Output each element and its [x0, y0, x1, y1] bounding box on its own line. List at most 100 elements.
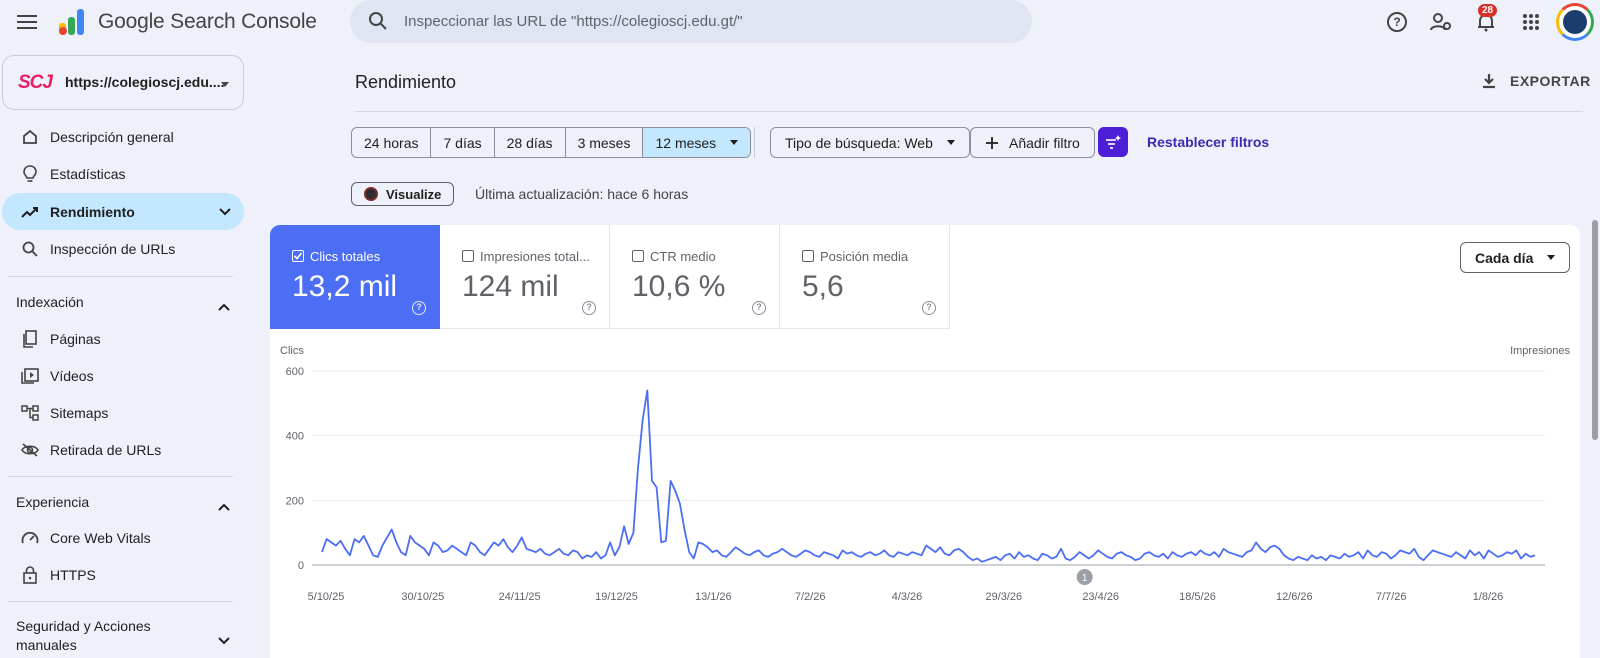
- y-axis-label-right: Impresiones: [1510, 345, 1570, 357]
- performance-card: Clics totales 13,2 mil ? Impresiones tot…: [270, 225, 1580, 658]
- reset-filters-link[interactable]: Restablecer filtros: [1147, 134, 1269, 150]
- y-axis-label-left: Clics: [280, 345, 304, 357]
- range-12m-label: 12 meses: [655, 134, 717, 151]
- sidebar-item-insights[interactable]: Estadísticas: [2, 155, 244, 192]
- caret-down-icon: [946, 140, 955, 145]
- app-title[interactable]: Google Search Console: [98, 10, 317, 34]
- checkbox-icon[interactable]: [802, 250, 814, 262]
- checkbox-checked-icon[interactable]: [292, 250, 304, 262]
- sidebar-item-label: Retirada de URLs: [50, 441, 162, 458]
- x-tick-label: 12/6/26: [1276, 591, 1313, 603]
- metric-average-ctr[interactable]: CTR medio 10,6 % ?: [610, 225, 780, 329]
- y-tick-label: 200: [286, 495, 304, 507]
- divider: [355, 111, 1583, 112]
- range-7d-button[interactable]: 7 días: [431, 128, 495, 157]
- section-security-title[interactable]: Seguridad y Acciones manuales: [16, 617, 186, 655]
- x-tick-label: 23/4/26: [1082, 591, 1119, 603]
- svg-text:?: ?: [1393, 15, 1400, 29]
- divider: [8, 276, 233, 277]
- range-24h-button[interactable]: 24 horas: [352, 128, 432, 157]
- search-console-logo: [57, 7, 89, 37]
- y-tick-label: 0: [298, 560, 304, 572]
- download-icon: [1483, 74, 1495, 89]
- range-12m-button[interactable]: 12 meses: [643, 128, 751, 157]
- granularity-label: Cada día: [1475, 249, 1534, 266]
- range-3m-button[interactable]: 3 meses: [566, 128, 644, 157]
- divider: [754, 127, 755, 158]
- add-filter-button[interactable]: Añadir filtro: [970, 127, 1095, 158]
- pages-icon: [20, 329, 40, 349]
- sidebar-item-url-inspection[interactable]: Inspección de URLs: [2, 230, 244, 267]
- metric-label: CTR medio: [650, 249, 716, 264]
- visualize-label: Visualize: [386, 186, 442, 202]
- visualize-button[interactable]: Visualize: [351, 182, 455, 206]
- x-tick-label: 7/7/26: [1376, 591, 1407, 603]
- user-settings-icon[interactable]: [1429, 10, 1453, 34]
- metric-total-impressions[interactable]: Impresiones total... 124 mil ?: [440, 225, 610, 329]
- sidebar-item-label: Rendimiento: [50, 203, 135, 220]
- checkbox-icon[interactable]: [462, 250, 474, 262]
- checkbox-icon[interactable]: [632, 250, 644, 262]
- home-icon: [20, 127, 40, 147]
- section-indexing-title[interactable]: Indexación: [16, 294, 84, 310]
- section-experience-title[interactable]: Experiencia: [16, 494, 89, 510]
- sidebar-item-overview[interactable]: Descripción general: [2, 118, 244, 155]
- sidebar-item-label: Descripción general: [50, 128, 174, 145]
- caret-down-icon: [1547, 255, 1556, 260]
- sidebar-item-label: Sitemaps: [50, 404, 109, 421]
- chevron-up-icon[interactable]: [218, 498, 230, 516]
- x-tick-label: 13/1/26: [695, 591, 732, 603]
- sidebar-item-performance[interactable]: Rendimiento: [2, 193, 244, 230]
- granularity-dropdown[interactable]: Cada día: [1460, 242, 1571, 273]
- help-icon[interactable]: ?: [922, 301, 936, 315]
- metric-label: Clics totales: [310, 249, 381, 264]
- sidebar-item-sitemaps[interactable]: Sitemaps: [2, 394, 244, 431]
- sidebar-item-videos[interactable]: Vídeos: [2, 357, 244, 394]
- apps-grid-icon[interactable]: [1519, 10, 1543, 34]
- page-title: Rendimiento: [355, 72, 457, 92]
- help-icon[interactable]: ?: [412, 301, 426, 315]
- help-icon[interactable]: ?: [582, 301, 596, 315]
- x-tick-label: 1/8/26: [1473, 591, 1504, 603]
- property-logo: SCJ: [18, 72, 53, 93]
- metric-average-position[interactable]: Posición media 5,6 ?: [780, 225, 950, 329]
- lightbulb-icon: [20, 164, 40, 184]
- range-28d-button[interactable]: 28 días: [495, 128, 566, 157]
- plus-icon: [986, 136, 998, 149]
- filter-options-button[interactable]: [1098, 127, 1128, 157]
- property-selector[interactable]: SCJ https://colegioscj.edu....: [2, 55, 244, 110]
- search-type-dropdown[interactable]: Tipo de búsqueda: Web: [770, 127, 970, 158]
- video-icon: [20, 366, 40, 386]
- sidebar-item-removals[interactable]: Retirada de URLs: [2, 431, 244, 468]
- scrollbar[interactable]: [1592, 220, 1598, 440]
- caret-down-icon: [730, 140, 739, 145]
- last-update-text: Última actualización: hace 6 horas: [475, 186, 689, 202]
- help-icon[interactable]: ?: [1385, 10, 1409, 34]
- x-tick-label: 24/11/25: [499, 591, 541, 603]
- sidebar-item-label: Core Web Vitals: [50, 529, 151, 546]
- export-button[interactable]: EXPORTAR: [1480, 72, 1591, 90]
- sidebar-item-label: HTTPS: [50, 566, 96, 583]
- add-filter-label: Añadir filtro: [1009, 134, 1080, 151]
- metric-total-clicks[interactable]: Clics totales 13,2 mil ?: [270, 225, 440, 329]
- eye-off-icon: [20, 440, 40, 460]
- url-inspect-search[interactable]: [350, 0, 1032, 43]
- metric-value: 10,6 %: [632, 270, 726, 303]
- sidebar-item-pages[interactable]: Páginas: [2, 320, 244, 357]
- search-input[interactable]: [404, 0, 1004, 43]
- clicks-line-chart: Clics Impresiones 0 200 400 600 5/10/25 30/10/2…: [280, 345, 1570, 603]
- metric-value: 124 mil: [462, 270, 559, 303]
- avatar[interactable]: [1556, 3, 1594, 41]
- sidebar-item-label: Páginas: [50, 330, 101, 347]
- trending-up-icon: [20, 202, 40, 222]
- x-tick-label: 30/10/25: [401, 591, 444, 603]
- lock-icon: [20, 565, 40, 585]
- chevron-up-icon[interactable]: [218, 298, 230, 316]
- metric-value: 5,6: [802, 270, 844, 303]
- sidebar-item-https[interactable]: HTTPS: [2, 556, 244, 593]
- sidebar-item-core-web-vitals[interactable]: Core Web Vitals: [2, 519, 244, 556]
- chevron-down-icon[interactable]: [218, 632, 230, 650]
- help-icon[interactable]: ?: [752, 301, 766, 315]
- x-tick-label: 19/12/25: [595, 591, 638, 603]
- menu-icon[interactable]: [17, 12, 37, 32]
